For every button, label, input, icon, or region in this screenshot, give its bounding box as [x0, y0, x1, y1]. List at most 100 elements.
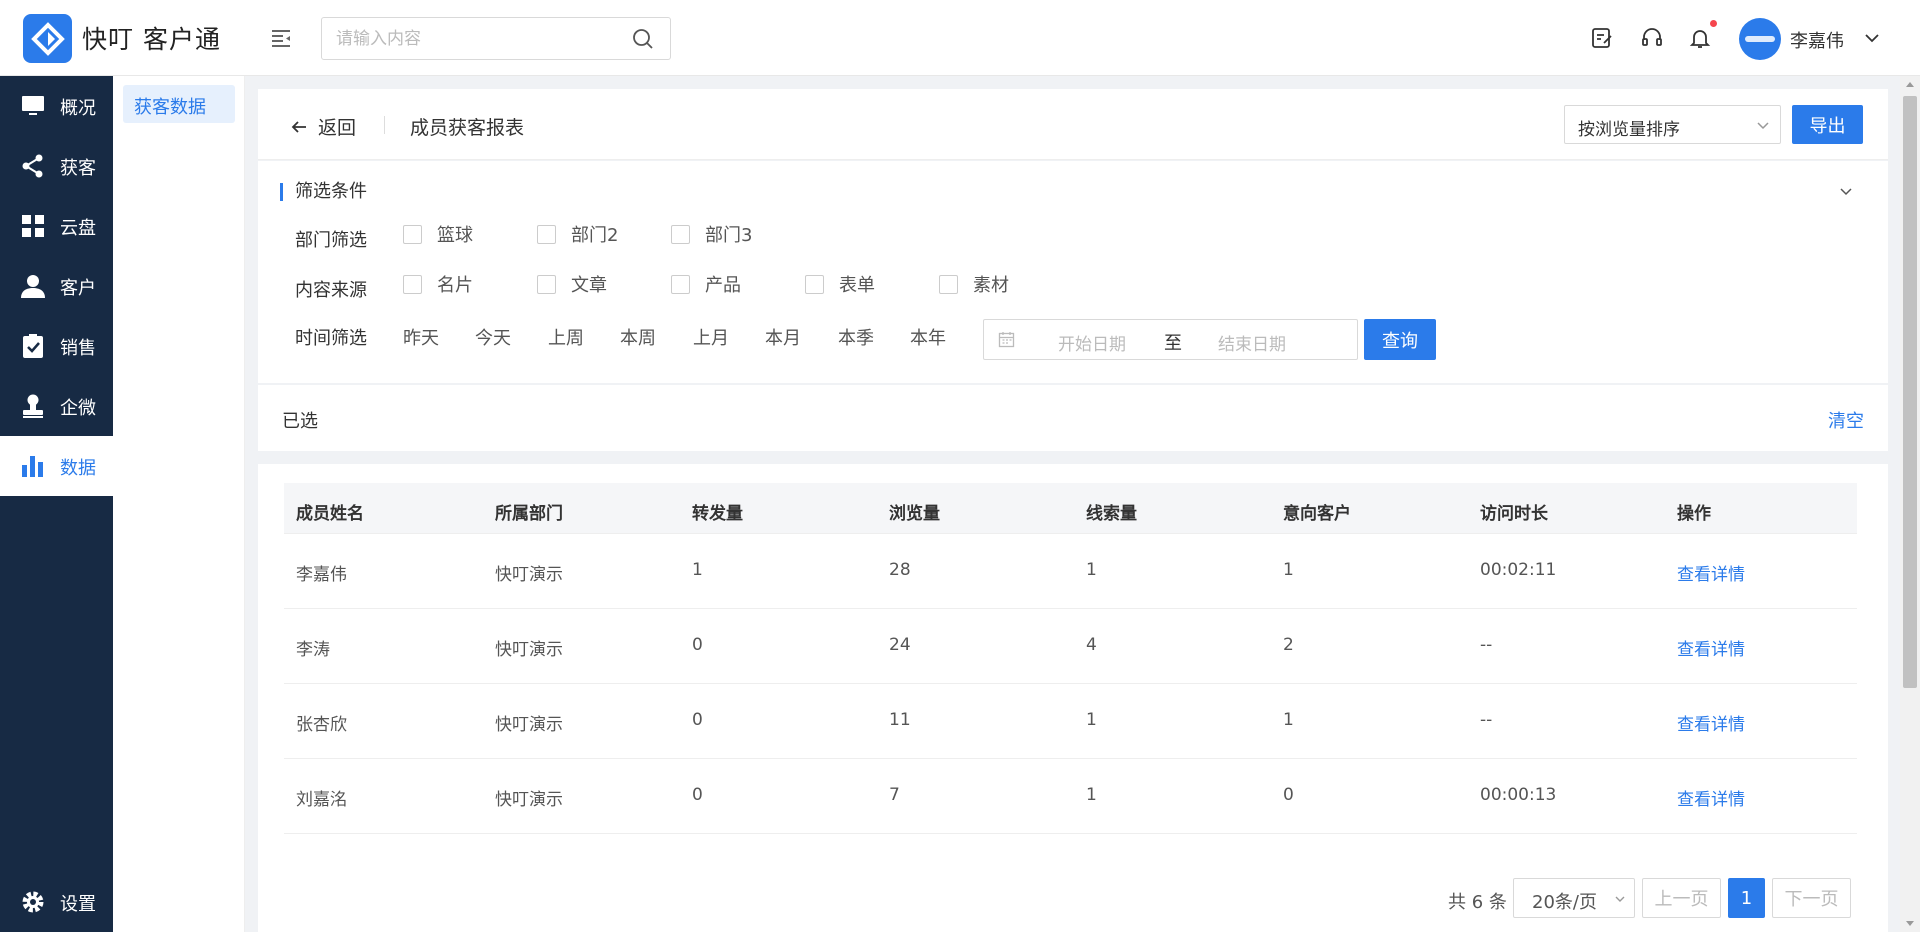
user-icon: [21, 275, 45, 298]
column-header: 意向客户: [1283, 504, 1351, 524]
search-box: [321, 17, 671, 60]
page-size-select[interactable]: 20条/页: [1513, 878, 1635, 918]
view-details-link[interactable]: 查看详情: [1677, 710, 1745, 735]
checkbox-box: [805, 274, 824, 294]
gear-icon: [22, 891, 44, 913]
checkbox-box: [939, 274, 958, 294]
cell-visit-duration: 00:02:11: [1480, 560, 1557, 580]
nav-item-label: 企微: [60, 398, 96, 419]
logo-icon: [30, 21, 65, 56]
page-scrollbar[interactable]: [1900, 76, 1920, 932]
sort-select[interactable]: 按浏览量排序: [1564, 105, 1781, 144]
nav-item-acquire[interactable]: 获客: [0, 136, 113, 196]
time-option[interactable]: 昨天: [403, 324, 439, 350]
scroll-up-arrow-icon[interactable]: [1906, 82, 1914, 87]
back-button[interactable]: 返回: [290, 113, 356, 140]
table-row: 刘嘉洺 快叮演示 0 7 1 0 00:00:13 查看详情: [284, 759, 1857, 834]
nav-item-sales[interactable]: 销售: [0, 316, 113, 376]
bar-chart-icon: [22, 456, 43, 477]
avatar[interactable]: [1739, 18, 1781, 60]
table-row: 李涛 快叮演示 0 24 4 2 -- 查看详情: [284, 609, 1857, 684]
cell-leads: 4: [1086, 635, 1097, 655]
column-header: 所属部门: [495, 504, 563, 524]
clear-button[interactable]: 清空: [1828, 407, 1864, 433]
user-name[interactable]: 李嘉伟: [1790, 27, 1844, 53]
cell-views: 28: [889, 560, 911, 580]
nav-item-customer[interactable]: 客户: [0, 256, 113, 316]
page-number-current[interactable]: 1: [1728, 878, 1765, 918]
time-option[interactable]: 本周: [620, 324, 656, 350]
cell-intent-customers: 0: [1283, 785, 1294, 805]
view-details-link[interactable]: 查看详情: [1677, 635, 1745, 660]
app-logo[interactable]: [23, 14, 72, 63]
table-row: 张杏欣 快叮演示 0 11 1 1 -- 查看详情: [284, 684, 1857, 759]
cell-intent-customers: 1: [1283, 710, 1294, 730]
time-option[interactable]: 本月: [765, 324, 801, 350]
time-option[interactable]: 上月: [693, 324, 729, 350]
view-details-link[interactable]: 查看详情: [1677, 785, 1745, 810]
nav-item-cloud[interactable]: 云盘: [0, 196, 113, 256]
cell-leads: 1: [1086, 560, 1097, 580]
headset-icon[interactable]: [1640, 26, 1664, 50]
nav-item-label: 销售: [60, 338, 96, 359]
end-date-input[interactable]: 结束日期: [1218, 330, 1286, 355]
cell-forwards: 0: [692, 635, 703, 655]
share-icon: [22, 154, 43, 178]
scroll-down-arrow-icon[interactable]: [1906, 921, 1914, 926]
menu-toggle-icon[interactable]: [269, 26, 293, 50]
selected-filters-bar: 已选 清空: [258, 385, 1888, 451]
start-date-input[interactable]: 开始日期: [1058, 330, 1126, 355]
prev-page-button[interactable]: 上一页: [1642, 878, 1721, 918]
dept-checkbox[interactable]: 篮球: [403, 221, 473, 247]
view-details-link[interactable]: 查看详情: [1677, 560, 1745, 585]
checkbox-label: 文章: [571, 275, 607, 296]
next-page-button[interactable]: 下一页: [1772, 878, 1851, 918]
search-icon[interactable]: [632, 28, 654, 55]
source-checkbox[interactable]: 素材: [939, 271, 1009, 297]
chevron-down-icon: [1615, 896, 1625, 902]
time-option[interactable]: 今天: [475, 324, 511, 350]
nav-item-overview[interactable]: 概况: [0, 76, 113, 136]
column-header: 成员姓名: [296, 504, 364, 524]
column-header: 操作: [1677, 504, 1711, 524]
cell-member-name: 张杏欣: [296, 715, 347, 735]
chevron-down-icon[interactable]: [1838, 183, 1854, 204]
cell-visit-duration: --: [1480, 635, 1493, 655]
query-button[interactable]: 查询: [1364, 319, 1436, 360]
nav-item-label: 设置: [60, 894, 96, 915]
bell-icon[interactable]: [1688, 26, 1712, 50]
cell-intent-customers: 1: [1283, 560, 1294, 580]
dept-checkbox[interactable]: 部门3: [671, 221, 752, 247]
subnav-item-acquire-data[interactable]: 获客数据: [123, 85, 235, 123]
edit-note-icon[interactable]: [1590, 26, 1614, 50]
time-option[interactable]: 本年: [910, 324, 946, 350]
report-table: 成员姓名 所属部门 转发量 浏览量 线索量 意向客户 访问时长 操作 李嘉伟 快…: [258, 464, 1888, 932]
dept-checkbox[interactable]: 部门2: [537, 221, 618, 247]
source-checkbox[interactable]: 文章: [537, 271, 607, 297]
scrollbar-thumb[interactable]: [1903, 96, 1917, 688]
nav-item-label: 概况: [60, 98, 96, 119]
checkbox-box: [403, 274, 422, 294]
checkbox-box: [671, 274, 690, 294]
nav-item-settings[interactable]: 设置: [0, 872, 113, 932]
source-checkbox[interactable]: 表单: [805, 271, 875, 297]
checkbox-label: 名片: [437, 275, 473, 296]
notification-badge: [1710, 20, 1717, 27]
nav-item-wecom[interactable]: 企微: [0, 376, 113, 436]
cell-intent-customers: 2: [1283, 635, 1294, 655]
nav-item-data[interactable]: 数据: [0, 436, 113, 496]
search-input[interactable]: [336, 18, 616, 59]
date-range-picker[interactable]: 开始日期 至 结束日期: [983, 319, 1358, 360]
cell-views: 7: [889, 785, 900, 805]
chevron-down-icon[interactable]: [1862, 28, 1882, 53]
time-option[interactable]: 上周: [548, 324, 584, 350]
checkbox-label: 部门3: [705, 225, 753, 246]
app-name: 快叮 客户通: [82, 25, 221, 54]
dept-filter-label: 部门筛选: [295, 230, 367, 251]
time-option[interactable]: 本季: [838, 324, 874, 350]
cell-member-name: 李嘉伟: [296, 565, 347, 585]
source-checkbox[interactable]: 产品: [671, 271, 741, 297]
source-checkbox[interactable]: 名片: [403, 271, 473, 297]
export-button[interactable]: 导出: [1792, 105, 1863, 144]
cell-forwards: 0: [692, 785, 703, 805]
